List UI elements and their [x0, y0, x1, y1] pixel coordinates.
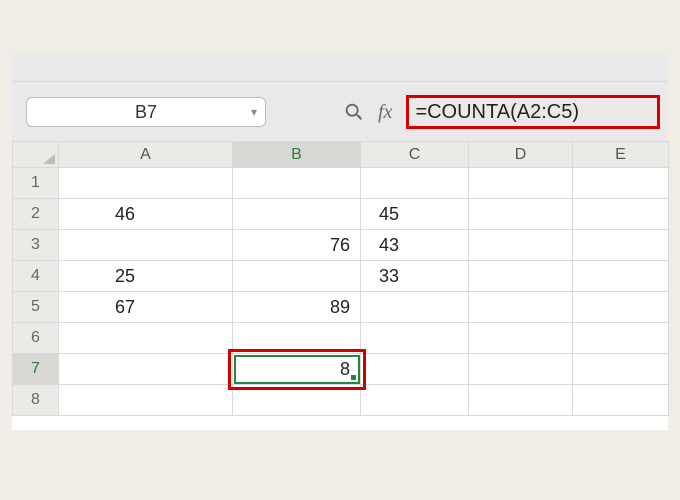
- cell-C4[interactable]: 33: [361, 261, 469, 292]
- row-6: 6: [13, 323, 669, 354]
- cell-C7[interactable]: [361, 354, 469, 385]
- cell-B6[interactable]: [233, 323, 361, 354]
- cell-B2[interactable]: [233, 199, 361, 230]
- cell-C6[interactable]: [361, 323, 469, 354]
- row-header-8[interactable]: 8: [13, 385, 59, 416]
- formula-input[interactable]: [415, 101, 651, 124]
- cell-B7[interactable]: 8: [233, 354, 361, 385]
- cell-B4[interactable]: [233, 261, 361, 292]
- cell-D1[interactable]: [469, 168, 573, 199]
- cell-B8[interactable]: [233, 385, 361, 416]
- column-header-d[interactable]: D: [469, 142, 573, 168]
- cell-E6[interactable]: [573, 323, 669, 354]
- zoom-preview-icon[interactable]: [340, 98, 368, 126]
- row-5: 56789: [13, 292, 669, 323]
- row-2: 246 45: [13, 199, 669, 230]
- row-1: 1: [13, 168, 669, 199]
- cell-B1[interactable]: [233, 168, 361, 199]
- column-header-b[interactable]: B: [233, 142, 361, 168]
- row-3: 3 7643: [13, 230, 669, 261]
- column-header-e[interactable]: E: [573, 142, 669, 168]
- cell-A1[interactable]: [59, 168, 233, 199]
- cell-E2[interactable]: [573, 199, 669, 230]
- cell-A8[interactable]: [59, 385, 233, 416]
- formula-bar-area: B7 ▾ fx: [12, 54, 668, 141]
- cell-E8[interactable]: [573, 385, 669, 416]
- formula-row: B7 ▾ fx: [12, 92, 668, 132]
- cell-D7[interactable]: [469, 354, 573, 385]
- cell-C8[interactable]: [361, 385, 469, 416]
- cell-A3[interactable]: [59, 230, 233, 261]
- cell-D3[interactable]: [469, 230, 573, 261]
- name-box[interactable]: B7 ▾: [26, 97, 266, 127]
- cell-B5[interactable]: 89: [233, 292, 361, 323]
- cell-C1[interactable]: [361, 168, 469, 199]
- cell-E3[interactable]: [573, 230, 669, 261]
- cell-C3[interactable]: 43: [361, 230, 469, 261]
- row-header-6[interactable]: 6: [13, 323, 59, 354]
- cell-D4[interactable]: [469, 261, 573, 292]
- cell-A4[interactable]: 25: [59, 261, 233, 292]
- fx-icon[interactable]: fx: [376, 101, 398, 124]
- cell-C2[interactable]: 45: [361, 199, 469, 230]
- spreadsheet-window: B7 ▾ fx A: [12, 54, 668, 430]
- cell-A7[interactable]: [59, 354, 233, 385]
- cell-E1[interactable]: [573, 168, 669, 199]
- cell-A2[interactable]: 46: [59, 199, 233, 230]
- row-4: 425 33: [13, 261, 669, 292]
- grid[interactable]: ABCDE 1246453764342533567896788: [12, 141, 669, 416]
- row-8: 8: [13, 385, 669, 416]
- column-header-a[interactable]: A: [59, 142, 233, 168]
- row-header-2[interactable]: 2: [13, 199, 59, 230]
- cell-E5[interactable]: [573, 292, 669, 323]
- cell-A5[interactable]: 67: [59, 292, 233, 323]
- row-header-5[interactable]: 5: [13, 292, 59, 323]
- row-header-1[interactable]: 1: [13, 168, 59, 199]
- formula-bar-highlight: [406, 95, 660, 129]
- cell-E7[interactable]: [573, 354, 669, 385]
- cell-D8[interactable]: [469, 385, 573, 416]
- row-header-7[interactable]: 7: [13, 354, 59, 385]
- row-7: 78: [13, 354, 669, 385]
- cell-C5[interactable]: [361, 292, 469, 323]
- cell-A6[interactable]: [59, 323, 233, 354]
- select-all-corner[interactable]: [13, 142, 59, 168]
- column-header-row: ABCDE: [13, 142, 669, 168]
- cell-B3[interactable]: 76: [233, 230, 361, 261]
- cell-D6[interactable]: [469, 323, 573, 354]
- name-box-value: B7: [135, 102, 157, 123]
- row-header-3[interactable]: 3: [13, 230, 59, 261]
- worksheet[interactable]: ABCDE 1246453764342533567896788: [12, 141, 668, 430]
- chevron-down-icon[interactable]: ▾: [251, 105, 257, 119]
- cell-E4[interactable]: [573, 261, 669, 292]
- row-header-4[interactable]: 4: [13, 261, 59, 292]
- cell-D5[interactable]: [469, 292, 573, 323]
- cell-D2[interactable]: [469, 199, 573, 230]
- column-header-c[interactable]: C: [361, 142, 469, 168]
